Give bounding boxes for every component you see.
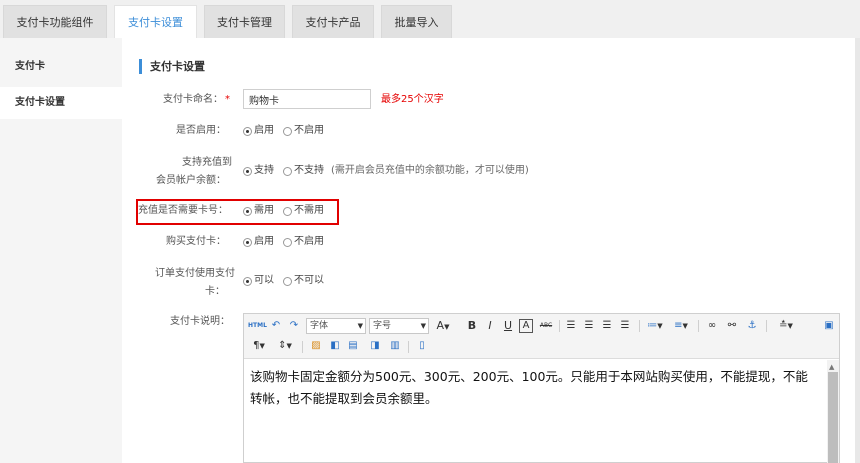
- tab-batch-import[interactable]: 批量导入: [381, 5, 452, 38]
- purchase-radio-off[interactable]: 不启用: [283, 234, 324, 250]
- tab-card-products[interactable]: 支付卡产品: [292, 5, 374, 38]
- unordered-list-icon[interactable]: ≡▼: [670, 319, 692, 333]
- editor-content[interactable]: 该购物卡固定金额分为500元、300元、200元、100元。只能用于本网站购买使…: [250, 366, 820, 410]
- order-pay-radio-yes[interactable]: 可以: [243, 273, 274, 289]
- radio-unchecked-icon: [283, 206, 292, 216]
- radio-unchecked-icon: [283, 166, 292, 176]
- font-family-select[interactable]: 字体 ▼: [306, 318, 366, 334]
- card-number-radio-noneed[interactable]: 不需用: [283, 203, 324, 219]
- tab-card-components[interactable]: 支付卡功能组件: [3, 5, 107, 38]
- fullscreen-icon[interactable]: ▣: [822, 319, 836, 333]
- redo-icon[interactable]: ↷: [287, 319, 301, 333]
- font-border-button[interactable]: A: [519, 319, 533, 333]
- purchase-label: 购买支付卡：: [166, 236, 226, 247]
- paragraph-format-icon[interactable]: ¶▼: [248, 339, 270, 353]
- required-mark: *: [225, 94, 230, 105]
- toolbar-separator: [302, 341, 303, 353]
- radio-unchecked-icon: [283, 237, 292, 247]
- image-float-none-icon[interactable]: ▤: [346, 339, 360, 353]
- row-spacing-icon[interactable]: ⇕▼: [274, 339, 296, 353]
- editor-scrollbar[interactable]: ▲: [827, 360, 839, 463]
- scroll-thumb[interactable]: [828, 372, 838, 463]
- image-float-right-icon[interactable]: ◨: [368, 339, 382, 353]
- page-break-icon[interactable]: ▯: [415, 339, 429, 353]
- card-name-label: 支付卡命名： *: [163, 94, 230, 105]
- toolbar-separator: [766, 320, 767, 332]
- toolbar-separator: [408, 341, 409, 353]
- tab-card-settings[interactable]: 支付卡设置: [114, 5, 197, 39]
- recharge-hint: (需开启会员充值中的余额功能，才可以使用): [331, 165, 529, 176]
- radio-unchecked-icon: [283, 276, 292, 286]
- description-label: 支付卡说明：: [170, 316, 230, 327]
- anchor-icon[interactable]: ⚓: [745, 319, 759, 333]
- align-right-icon[interactable]: ☰: [600, 319, 614, 333]
- image-icon[interactable]: ▨: [309, 339, 323, 353]
- order-pay-radio-no[interactable]: 不可以: [283, 273, 324, 289]
- undo-icon[interactable]: ↶: [269, 319, 283, 333]
- rich-text-editor: HTML ↶ ↷ 字体 ▼ 字号 ▼ A▼ B I U A ABC ☰ ☰ ☰ ☰ …: [243, 313, 840, 463]
- radio-checked-icon: [243, 276, 252, 286]
- enable-radio-on[interactable]: 启用: [243, 123, 274, 139]
- chevron-down-icon: ▼: [357, 322, 363, 330]
- recharge-radio-support[interactable]: 支持: [243, 163, 274, 179]
- tab-bar: 支付卡功能组件 支付卡设置 支付卡管理 支付卡产品 批量导入: [0, 0, 860, 39]
- section-accent-bar: [139, 59, 142, 74]
- italic-button[interactable]: I: [483, 319, 497, 333]
- section-title: 支付卡设置: [150, 60, 205, 73]
- underline-button[interactable]: U: [501, 319, 515, 333]
- html-source-button[interactable]: HTML: [248, 319, 267, 333]
- tab-card-management[interactable]: 支付卡管理: [204, 5, 285, 38]
- radio-checked-icon: [243, 237, 252, 247]
- card-name-hint: 最多25个汉字: [381, 94, 444, 105]
- toolbar-separator: [698, 320, 699, 332]
- card-number-label: 充值是否需要卡号：: [138, 205, 228, 216]
- sidebar-item-card-settings[interactable]: 支付卡设置: [0, 87, 122, 119]
- align-center-icon[interactable]: ☰: [582, 319, 596, 333]
- enable-radio-off[interactable]: 不启用: [283, 123, 324, 139]
- chevron-down-icon: ▼: [420, 322, 426, 330]
- line-height-icon[interactable]: ≛▼: [774, 319, 798, 333]
- font-size-select[interactable]: 字号 ▼: [369, 318, 429, 334]
- editor-toolbar: HTML ↶ ↷ 字体 ▼ 字号 ▼ A▼ B I U A ABC ☰ ☰ ☰ ☰ …: [244, 314, 839, 359]
- purchase-radio-on[interactable]: 启用: [243, 234, 274, 250]
- toolbar-separator: [639, 320, 640, 332]
- align-left-icon[interactable]: ☰: [564, 319, 578, 333]
- enable-label: 是否启用：: [176, 125, 226, 136]
- radio-unchecked-icon: [283, 126, 292, 136]
- font-color-button[interactable]: A▼: [433, 319, 453, 333]
- ordered-list-icon[interactable]: ≔▼: [644, 319, 666, 333]
- sidebar-item-card[interactable]: 支付卡: [0, 51, 122, 83]
- unlink-icon[interactable]: ⚯: [725, 319, 739, 333]
- strikethrough-button[interactable]: ABC: [537, 319, 555, 333]
- image-center-icon[interactable]: ▥: [388, 339, 402, 353]
- image-float-left-icon[interactable]: ◧: [328, 339, 342, 353]
- recharge-label: 支持充值到 会员帐户余额：: [156, 157, 232, 186]
- radio-checked-icon: [243, 166, 252, 176]
- order-pay-label: 订单支付使用支付 卡：: [155, 268, 235, 297]
- card-number-radio-need[interactable]: 需用: [243, 203, 274, 219]
- recharge-radio-nosupport[interactable]: 不支持: [283, 163, 324, 179]
- page-edge: [855, 38, 860, 463]
- bold-button[interactable]: B: [465, 319, 479, 333]
- radio-checked-icon: [243, 206, 252, 216]
- sidebar: 支付卡 支付卡设置: [0, 38, 122, 463]
- toolbar-separator: [559, 320, 560, 332]
- link-icon[interactable]: ∞: [705, 319, 719, 333]
- radio-checked-icon: [243, 126, 252, 136]
- scroll-up-icon[interactable]: ▲: [829, 363, 834, 371]
- align-justify-icon[interactable]: ☰: [618, 319, 632, 333]
- card-name-input[interactable]: [243, 89, 371, 109]
